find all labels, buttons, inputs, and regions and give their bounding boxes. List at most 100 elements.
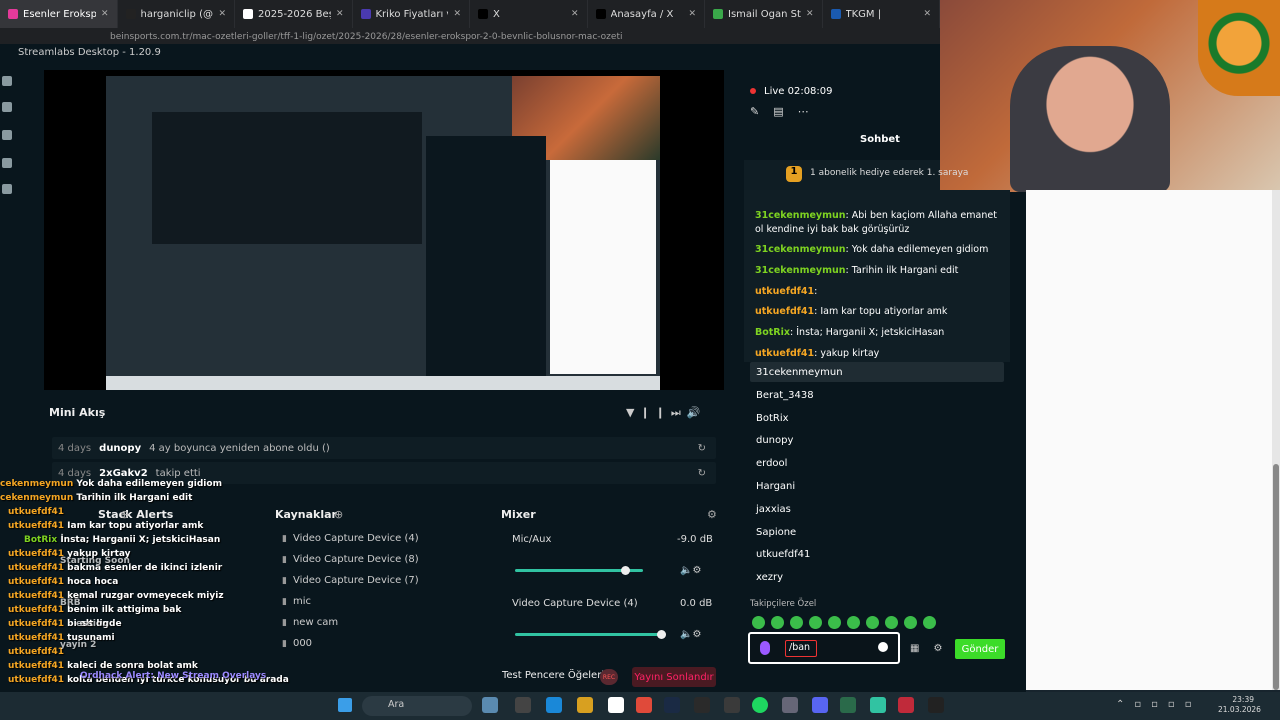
rec-button[interactable]: REC xyxy=(600,669,618,685)
close-tab-icon[interactable]: ✕ xyxy=(453,9,461,19)
emote-icon[interactable] xyxy=(923,616,936,629)
close-tab-icon[interactable]: ✕ xyxy=(806,9,814,19)
chat-user-item[interactable]: utkuefdf41 xyxy=(756,549,810,560)
taskbar-app-icon[interactable] xyxy=(515,697,531,713)
taskbar-app-icon[interactable] xyxy=(724,697,740,713)
windows-start-icon[interactable] xyxy=(338,698,352,712)
chat-message: 31cekenmeymun: Abi ben kaçiom Allaha ema… xyxy=(755,209,1005,237)
browser-tab[interactable]: Esenler Erokspor - Bo ✕ xyxy=(0,0,118,28)
streamlabs-icon[interactable] xyxy=(870,697,886,713)
close-tab-icon[interactable]: ✕ xyxy=(336,9,344,19)
chat-username[interactable]: utkuefdf41 xyxy=(755,348,814,359)
emote-icon[interactable] xyxy=(866,616,879,629)
event-user: 2xGakv2 xyxy=(99,467,148,479)
browser-tab[interactable]: Kriko Fiyatları ve Mod ✕ xyxy=(353,0,470,28)
url-text[interactable]: beinsports.com.tr/mac-ozetleri-goller/tf… xyxy=(110,32,622,42)
volume-slider[interactable] xyxy=(515,633,665,636)
browser-tab[interactable]: 2025-2026 Beşiktaş J ✕ xyxy=(235,0,353,28)
close-tab-icon[interactable]: ✕ xyxy=(218,9,226,19)
chat-user-item[interactable]: xezry xyxy=(756,572,783,583)
chat-username[interactable]: BotRix xyxy=(755,327,790,338)
emote-icon[interactable] xyxy=(904,616,917,629)
chat-user-item[interactable]: erdool xyxy=(756,458,787,469)
emote-icon[interactable] xyxy=(828,616,841,629)
chat-user-item[interactable]: 31cekenmeymun xyxy=(756,367,843,378)
replay-icon[interactable]: ↻ xyxy=(698,443,706,454)
source-item[interactable]: Video Capture Device (8) xyxy=(282,554,419,565)
emoji-icon[interactable] xyxy=(878,642,888,652)
chat-username[interactable]: utkuefdf41 xyxy=(755,306,814,317)
taskbar-app-icon[interactable] xyxy=(482,697,498,713)
test-widgets-button[interactable]: Test Pencere Öğeleri xyxy=(502,670,604,681)
streamer-image xyxy=(1010,46,1170,192)
volume-knob[interactable] xyxy=(621,566,630,575)
close-tab-icon[interactable]: ✕ xyxy=(571,9,579,19)
source-item[interactable]: Video Capture Device (7) xyxy=(282,575,419,586)
chat-user-item[interactable]: BotRix xyxy=(756,413,789,424)
theme-icon[interactable] xyxy=(2,102,12,112)
chat-tools[interactable]: ✎▤⋯ xyxy=(750,105,823,118)
taskbar-app-icon[interactable] xyxy=(840,697,856,713)
volume-knob[interactable] xyxy=(657,630,666,639)
mini-akis-controls[interactable]: ▼❙❙⏭🔊 xyxy=(626,406,707,420)
scrollbar-thumb[interactable] xyxy=(1273,464,1279,690)
send-button[interactable]: Gönder xyxy=(955,639,1005,659)
dashboard-icon[interactable] xyxy=(2,158,12,168)
emote-icon[interactable] xyxy=(847,616,860,629)
settings-icon[interactable] xyxy=(782,697,798,713)
emote-icon[interactable] xyxy=(790,616,803,629)
chat-user-item[interactable]: Sapione xyxy=(756,527,796,538)
tray-icons[interactable]: ⌃▫▫▫▫ xyxy=(1116,699,1202,710)
chrome-icon[interactable] xyxy=(636,697,652,713)
chat-settings-icon[interactable]: ▦⚙ xyxy=(910,643,956,654)
record-icon[interactable] xyxy=(2,184,12,194)
chat-username[interactable]: 31cekenmeymun xyxy=(755,210,846,221)
add-alert-icon[interactable]: ⊕ xyxy=(120,508,129,521)
taskbar-app-icon[interactable] xyxy=(898,697,914,713)
spotify-icon[interactable] xyxy=(752,697,768,713)
browser-tab[interactable]: İsmail Ogan Stadyum ✕ xyxy=(705,0,823,28)
emote-icon[interactable] xyxy=(809,616,822,629)
taskbar-search[interactable]: Ara xyxy=(362,696,472,716)
editor-icon[interactable] xyxy=(2,76,12,86)
source-item[interactable]: 000 xyxy=(282,638,312,649)
close-tab-icon[interactable]: ✕ xyxy=(923,9,931,19)
mute-icon[interactable]: 🔈⚙ xyxy=(680,565,701,576)
overlays-link[interactable]: Ordhack Alert: New Stream Overlays xyxy=(80,671,266,681)
emote-icon[interactable] xyxy=(771,616,784,629)
source-item[interactable]: mic xyxy=(282,596,311,607)
add-source-icon[interactable]: ⊕ xyxy=(334,508,343,521)
favicon-icon xyxy=(713,9,723,19)
browser-tab[interactable]: TKGM | ✕ xyxy=(823,0,940,28)
browser-tab[interactable]: Anasayfa / X ✕ xyxy=(588,0,705,28)
edge-icon[interactable] xyxy=(546,697,562,713)
taskbar-app-icon[interactable] xyxy=(694,697,710,713)
mute-icon[interactable]: 🔈⚙ xyxy=(680,629,701,640)
steam-icon[interactable] xyxy=(664,697,680,713)
source-item[interactable]: Video Capture Device (4) xyxy=(282,533,419,544)
chat-user-item[interactable]: Hargani xyxy=(756,481,795,492)
close-tab-icon[interactable]: ✕ xyxy=(688,9,696,19)
chat-username[interactable]: 31cekenmeymun xyxy=(755,265,846,276)
discord-icon[interactable] xyxy=(812,697,828,713)
store-icon[interactable] xyxy=(2,130,12,140)
chat-input[interactable]: /ban xyxy=(785,640,817,657)
chat-user-item[interactable]: jaxxias xyxy=(756,504,791,515)
replay-icon[interactable]: ↻ xyxy=(698,468,706,479)
emote-icon[interactable] xyxy=(885,616,898,629)
taskbar-app-icon[interactable] xyxy=(928,697,944,713)
chat-user-item[interactable]: Berat_3438 xyxy=(756,390,814,401)
source-item[interactable]: new cam xyxy=(282,617,338,628)
browser-tab[interactable]: harganiclip (@hargan ✕ xyxy=(118,0,235,28)
chat-username[interactable]: 31cekenmeymun xyxy=(755,244,846,255)
taskbar-app-icon[interactable] xyxy=(608,697,624,713)
mixer-settings-icon[interactable]: ⚙ xyxy=(707,508,717,521)
chat-user-item[interactable]: dunopy xyxy=(756,435,793,446)
explorer-icon[interactable] xyxy=(577,697,593,713)
browser-tab[interactable]: X ✕ xyxy=(470,0,588,28)
end-stream-button[interactable]: Yayını Sonlandır xyxy=(632,667,716,687)
mic-icon[interactable] xyxy=(760,641,770,655)
close-tab-icon[interactable]: ✕ xyxy=(101,9,109,19)
chat-username[interactable]: utkuefdf41 xyxy=(755,286,814,297)
emote-icon[interactable] xyxy=(752,616,765,629)
